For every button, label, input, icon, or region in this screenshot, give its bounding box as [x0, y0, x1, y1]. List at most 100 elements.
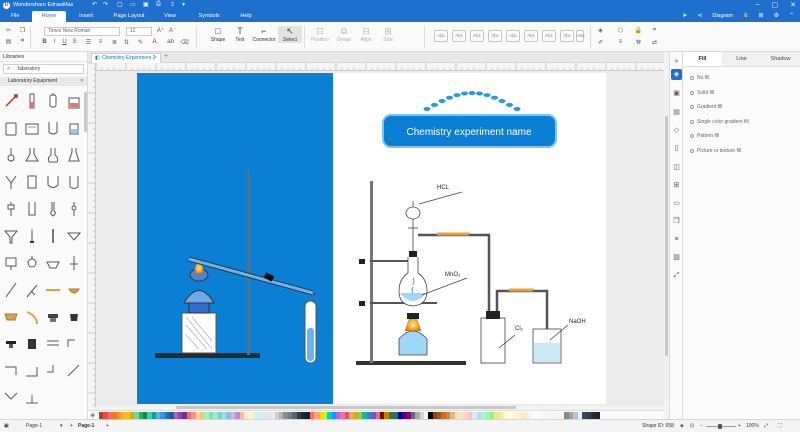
- menu-help[interactable]: Help: [234, 11, 258, 22]
- color-swatch[interactable]: [595, 412, 600, 419]
- image-frame-icon[interactable]: ▨: [671, 252, 682, 263]
- align-tool[interactable]: ⊟ Align: [354, 26, 378, 43]
- send-icon[interactable]: ➤: [682, 12, 687, 19]
- paste-icon[interactable]: ▤: [4, 38, 13, 45]
- style-more[interactable]: Abc: [576, 30, 585, 42]
- file-panel-icon[interactable]: ▭: [671, 198, 682, 209]
- open-folder-icon[interactable]: ▭: [130, 1, 136, 8]
- position-tool[interactable]: ⊡ Position: [308, 26, 332, 43]
- library-symbol[interactable]: [65, 362, 83, 380]
- library-symbol[interactable]: [2, 335, 20, 353]
- cut-icon[interactable]: ✂: [4, 27, 13, 34]
- library-symbol[interactable]: [2, 173, 20, 191]
- maximize-icon[interactable]: ▢: [772, 1, 779, 9]
- library-symbol[interactable]: [23, 146, 41, 164]
- library-symbol[interactable]: [44, 227, 62, 245]
- zoom-out-icon[interactable]: −: [700, 423, 703, 429]
- replace-icon[interactable]: ⇄: [650, 39, 659, 46]
- shape-style-icon[interactable]: ⬠: [616, 27, 625, 34]
- abc-icon[interactable]: ab: [166, 39, 175, 45]
- library-symbol[interactable]: [2, 362, 20, 380]
- line-style-icon[interactable]: ≡: [616, 39, 625, 45]
- library-symbol[interactable]: [23, 227, 41, 245]
- library-symbol[interactable]: [65, 335, 83, 353]
- library-symbol[interactable]: [23, 362, 41, 380]
- document-panel-icon[interactable]: ▯: [671, 143, 682, 154]
- library-symbol[interactable]: [2, 200, 20, 218]
- layers-icon[interactable]: ◇: [671, 125, 682, 136]
- option-solid-fill[interactable]: Solid fill: [690, 90, 714, 96]
- chart-panel-icon[interactable]: ◫: [671, 162, 682, 173]
- align-icon[interactable]: ≣: [110, 39, 119, 46]
- close-tab-icon[interactable]: ×: [154, 54, 157, 63]
- lock-icon[interactable]: 🔒: [634, 27, 643, 34]
- font-size-select[interactable]: 12: [126, 27, 152, 36]
- text-direction-icon[interactable]: ⇅: [122, 39, 131, 46]
- line-color-icon[interactable]: ✐: [596, 39, 605, 46]
- library-symbol[interactable]: [65, 308, 83, 326]
- library-symbol[interactable]: [23, 200, 41, 218]
- zoom-level[interactable]: 100%: [746, 423, 759, 429]
- new-file-icon[interactable]: ▢: [117, 1, 123, 8]
- bullets-icon[interactable]: ≡: [96, 39, 105, 45]
- library-symbol[interactable]: [2, 227, 20, 245]
- library-symbol[interactable]: [44, 362, 62, 380]
- add-page-tab-icon[interactable]: +: [106, 423, 109, 429]
- more-icon[interactable]: ▾: [182, 1, 185, 8]
- close-icon[interactable]: ✕: [790, 1, 796, 9]
- library-symbol[interactable]: [2, 92, 20, 110]
- font-shrink-icon[interactable]: A⁻: [168, 27, 177, 34]
- library-symbol[interactable]: [65, 200, 83, 218]
- page-panel-icon[interactable]: ▤: [671, 107, 682, 118]
- grid-menu-icon[interactable]: ⊞: [759, 12, 764, 19]
- connector-tool[interactable]: ⌐ Connector: [252, 26, 276, 43]
- library-symbol[interactable]: [44, 119, 62, 137]
- library-symbol[interactable]: [2, 389, 20, 407]
- style-preset[interactable]: Abc: [560, 30, 574, 42]
- page-tab[interactable]: Page-1: [78, 423, 94, 429]
- add-page-icon[interactable]: +: [70, 423, 73, 429]
- style-preset[interactable]: Abc: [506, 30, 520, 42]
- fit-page-icon[interactable]: ⊡: [690, 423, 694, 429]
- tab-line[interactable]: Line: [722, 52, 761, 66]
- option-single-color-gradient[interactable]: Single color gradient fill: [690, 119, 749, 125]
- clear-format-icon[interactable]: ⌫: [180, 39, 189, 46]
- library-symbol[interactable]: [65, 92, 83, 110]
- list-icon[interactable]: ☰: [84, 39, 93, 46]
- fit-width-icon[interactable]: ⤢: [764, 423, 768, 429]
- minimize-icon[interactable]: –: [756, 1, 760, 9]
- style-preset[interactable]: Abc: [452, 30, 466, 42]
- library-symbol[interactable]: [23, 281, 41, 299]
- zoom-slider-handle[interactable]: [718, 424, 722, 429]
- library-symbol[interactable]: [44, 92, 62, 110]
- fill-panel-icon[interactable]: ◈: [671, 69, 682, 80]
- chevron-down-icon[interactable]: ▾: [60, 423, 63, 429]
- diagram-page[interactable]: Chemistry experiment name HCL MnO₂ Cl₂ N…: [137, 73, 606, 404]
- option-picture-fill[interactable]: Picture or texture fill: [690, 148, 741, 154]
- settings-icon[interactable]: ⚙: [774, 12, 779, 19]
- export-icon[interactable]: ⇪: [170, 1, 175, 8]
- page-layout-icon[interactable]: ▣: [4, 423, 9, 429]
- text-tool[interactable]: T Text: [228, 26, 252, 43]
- library-symbol[interactable]: [44, 335, 62, 353]
- crop-icon[interactable]: ⌗: [650, 27, 659, 34]
- menu-view[interactable]: View: [158, 11, 182, 22]
- menu-home[interactable]: Home: [32, 11, 66, 22]
- style-preset[interactable]: Abc: [470, 30, 484, 42]
- strike-icon[interactable]: S: [70, 39, 79, 45]
- fill-color-icon[interactable]: ◈: [90, 411, 95, 419]
- menu-insert[interactable]: Insert: [72, 11, 100, 22]
- tab-fill[interactable]: Fill: [683, 52, 722, 66]
- library-symbol[interactable]: [44, 281, 62, 299]
- library-symbol[interactable]: [23, 389, 41, 407]
- menu-page-layout[interactable]: Page Layout: [110, 11, 148, 22]
- highlight-icon[interactable]: ✎: [136, 39, 145, 46]
- library-symbol[interactable]: [65, 281, 83, 299]
- account-label[interactable]: Diagram: [712, 13, 733, 19]
- shape-tool[interactable]: □ Shape: [206, 26, 230, 43]
- bold-icon[interactable]: B: [40, 39, 49, 45]
- undo-icon[interactable]: ↶: [92, 1, 97, 8]
- library-symbol[interactable]: [44, 308, 62, 326]
- library-symbol[interactable]: [2, 281, 20, 299]
- table-panel-icon[interactable]: ⊞: [671, 180, 682, 191]
